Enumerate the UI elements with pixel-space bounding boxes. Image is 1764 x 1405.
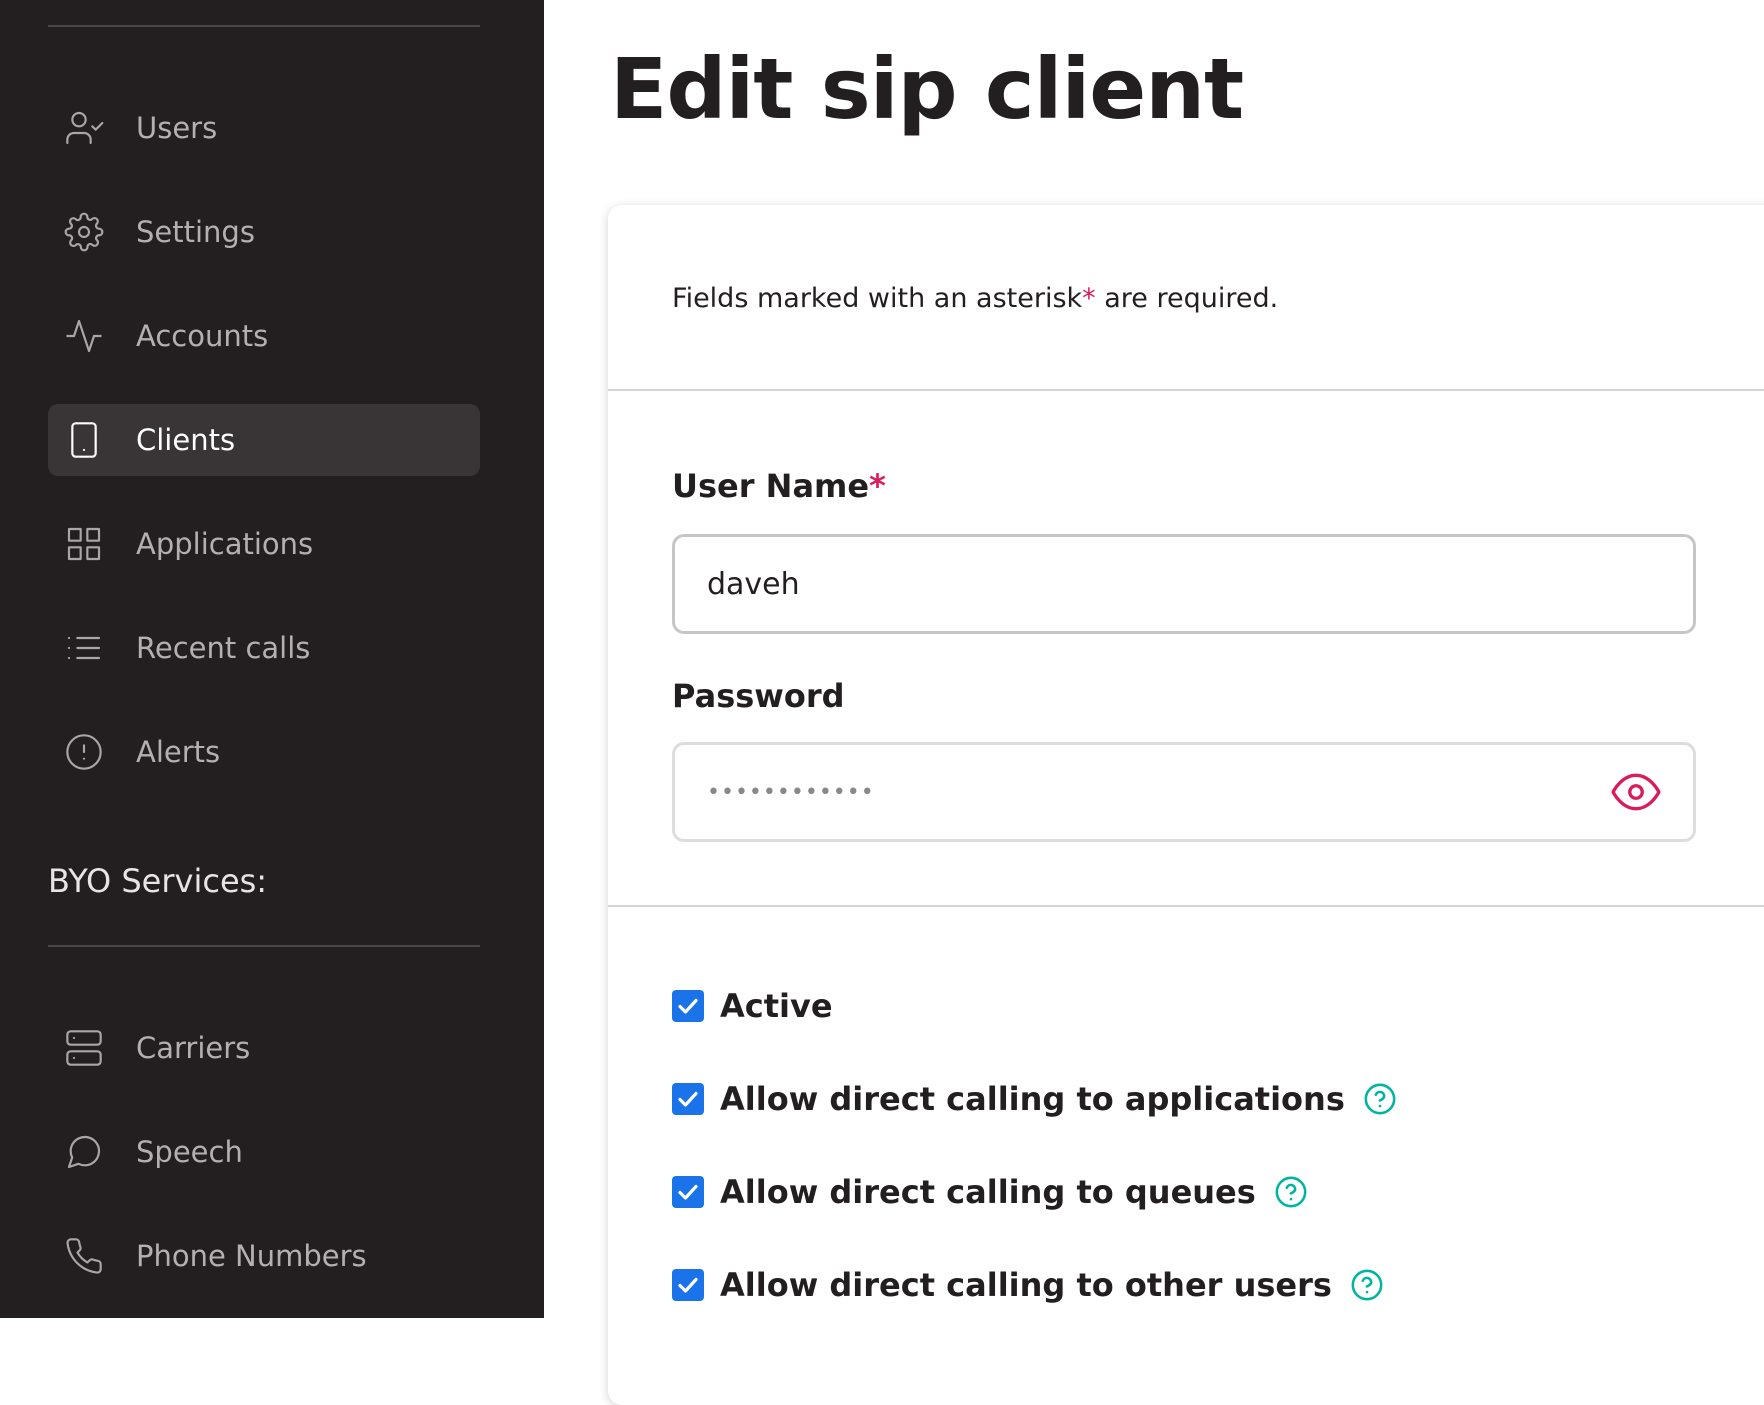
sidebar-item-label: Settings <box>136 215 255 249</box>
username-label-text: User Name <box>672 467 870 505</box>
sidebar-item-clients[interactable]: Clients <box>48 404 480 476</box>
active-checkbox[interactable] <box>672 990 704 1022</box>
tablet-icon <box>64 420 104 460</box>
required-fields-note: Fields marked with an asterisk* are requ… <box>672 283 1278 314</box>
phone-icon <box>64 1236 104 1276</box>
sidebar-item-phone-numbers[interactable]: Phone Numbers <box>48 1220 480 1292</box>
check-icon <box>678 1091 698 1107</box>
message-circle-icon <box>64 1132 104 1172</box>
form-divider <box>608 905 1764 907</box>
check-icon <box>678 1184 698 1200</box>
byo-services-heading: BYO Services: <box>48 862 268 900</box>
sidebar-item-users[interactable]: Users <box>48 92 480 164</box>
user-check-icon <box>64 108 104 148</box>
sidebar-item-label: Speech <box>136 1135 243 1169</box>
sidebar-item-label: Carriers <box>136 1031 251 1065</box>
help-icon[interactable] <box>1363 1082 1397 1116</box>
help-icon[interactable] <box>1274 1175 1308 1209</box>
sidebar-item-applications[interactable]: Applications <box>48 508 480 580</box>
show-password-button[interactable] <box>1608 764 1664 820</box>
allow-queues-checkbox-row: Allow direct calling to queues <box>672 1173 1308 1211</box>
check-icon <box>678 998 698 1014</box>
checkbox-label: Allow direct calling to other users <box>720 1266 1332 1304</box>
sidebar-item-label: Applications <box>136 527 314 561</box>
password-label: Password <box>672 677 845 715</box>
activity-icon <box>64 316 104 356</box>
grid-icon <box>64 524 104 564</box>
sidebar-item-label: Recent calls <box>136 631 311 665</box>
allow-other-users-checkbox-row: Allow direct calling to other users <box>672 1266 1384 1304</box>
allow-applications-checkbox-row: Allow direct calling to applications <box>672 1080 1397 1118</box>
sidebar-item-alerts[interactable]: Alerts <box>48 716 480 788</box>
sidebar-item-label: Clients <box>136 423 236 457</box>
required-asterisk: * <box>1082 283 1096 314</box>
sidebar-divider <box>48 945 480 947</box>
sidebar-item-label: Users <box>136 111 218 145</box>
password-input[interactable] <box>672 742 1696 842</box>
gear-icon <box>64 212 104 252</box>
checkbox-label: Allow direct calling to applications <box>720 1080 1345 1118</box>
eye-icon <box>1611 773 1661 811</box>
server-icon <box>64 1028 104 1068</box>
page-title: Edit sip client <box>610 40 1244 138</box>
sidebar-item-label: Phone Numbers <box>136 1239 367 1273</box>
checkbox-label: Allow direct calling to queues <box>720 1173 1256 1211</box>
edit-client-form: Fields marked with an asterisk* are requ… <box>608 205 1764 1405</box>
required-note-suffix: are required. <box>1095 283 1279 314</box>
sidebar-item-accounts[interactable]: Accounts <box>48 300 480 372</box>
sidebar-item-label: Accounts <box>136 319 269 353</box>
sidebar-item-label: Alerts <box>136 735 221 769</box>
allow-queues-checkbox[interactable] <box>672 1176 704 1208</box>
allow-other-users-checkbox[interactable] <box>672 1269 704 1301</box>
sidebar-item-settings[interactable]: Settings <box>48 196 480 268</box>
allow-applications-checkbox[interactable] <box>672 1083 704 1115</box>
username-label: User Name* <box>672 467 886 505</box>
alert-circle-icon <box>64 732 104 772</box>
sidebar-item-carriers[interactable]: Carriers <box>48 1012 480 1084</box>
form-divider <box>608 389 1764 391</box>
sidebar-item-recent-calls[interactable]: Recent calls <box>48 612 480 684</box>
check-icon <box>678 1277 698 1293</box>
active-checkbox-row: Active <box>672 987 833 1025</box>
sidebar: Users Settings Accounts Clients Applicat… <box>0 0 544 1318</box>
sidebar-item-speech[interactable]: Speech <box>48 1116 480 1188</box>
required-asterisk: * <box>869 467 886 505</box>
required-note-prefix: Fields marked with an asterisk <box>672 283 1083 314</box>
help-icon[interactable] <box>1350 1268 1384 1302</box>
sidebar-divider <box>48 25 480 27</box>
checkbox-label: Active <box>720 987 833 1025</box>
list-icon <box>64 628 104 668</box>
username-input[interactable] <box>672 534 1696 634</box>
